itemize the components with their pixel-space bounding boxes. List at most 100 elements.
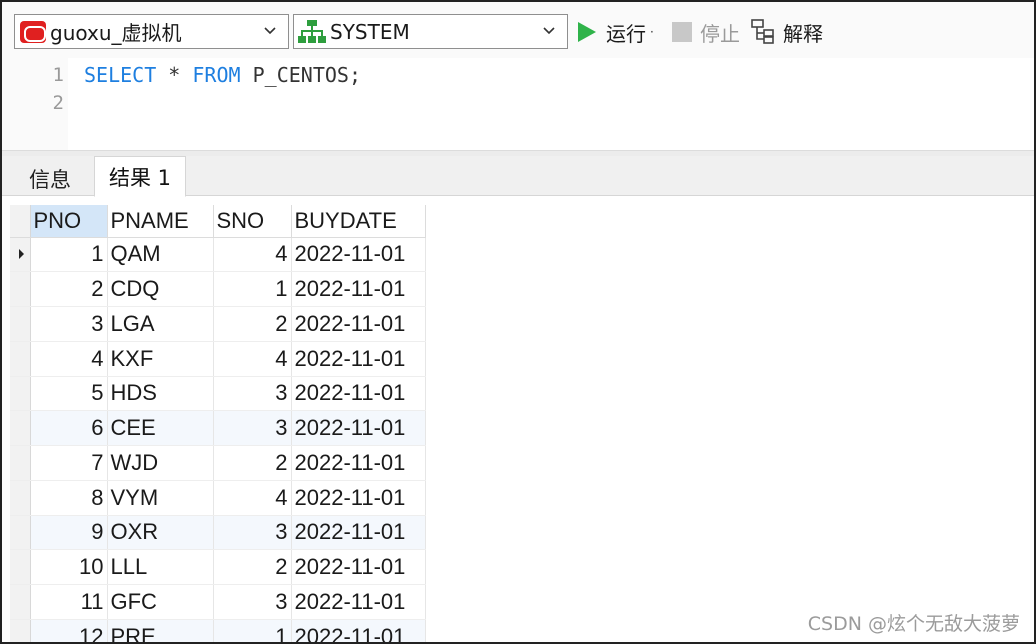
row-indicator[interactable] [10,584,31,620]
cell-sno[interactable]: 3 [213,376,292,412]
chevron-down-icon [543,27,555,35]
cell-pname[interactable]: LGA [107,306,214,342]
cell-buydate[interactable]: 2022-11-01 [291,445,426,481]
row-indicator[interactable] [10,619,31,642]
oracle-connection-icon [20,20,46,43]
table-row[interactable]: 3 LGA 2 2022-11-01 [10,306,426,342]
row-indicator[interactable] [10,515,31,551]
cell-pno[interactable]: 10 [30,549,108,585]
watermark: CSDN @炫个无敌大菠萝 [807,613,1020,635]
cell-buydate[interactable]: 2022-11-01 [291,619,426,642]
cell-sno[interactable]: 1 [213,619,292,642]
stop-button[interactable]: 停止 [672,16,740,48]
cell-buydate[interactable]: 2022-11-01 [291,306,426,342]
column-header-pno[interactable]: PNO [30,205,108,238]
table-row[interactable]: 11 GFC 3 2022-11-01 [10,584,426,620]
cell-buydate[interactable]: 2022-11-01 [291,237,426,273]
cell-pname[interactable]: KXF [107,341,214,377]
cell-buydate[interactable]: 2022-11-01 [291,480,426,516]
column-header-pname[interactable]: PNAME [107,205,214,238]
cell-pno[interactable]: 3 [30,306,108,342]
cell-pname[interactable]: CEE [107,410,214,446]
cell-sno[interactable]: 3 [213,410,292,446]
sql-keyword: SELECT [84,63,157,87]
cell-sno[interactable]: 3 [213,584,292,620]
sql-star: * [168,63,181,87]
cell-pno[interactable]: 9 [30,515,108,551]
cell-pname[interactable]: PRE [107,619,214,642]
cell-sno[interactable]: 3 [213,515,292,551]
grid-header-row: PNO PNAME SNO BUYDATE [10,205,426,238]
cell-buydate[interactable]: 2022-11-01 [291,341,426,377]
run-dropdown-caret[interactable]: · [650,25,654,39]
line-number-gutter: 1 2 [2,58,68,150]
cell-pno[interactable]: 8 [30,480,108,516]
cell-pname[interactable]: QAM [107,237,214,273]
row-indicator[interactable] [10,306,31,342]
cell-pno[interactable]: 5 [30,376,108,412]
cell-pname[interactable]: GFC [107,584,214,620]
cell-sno[interactable]: 1 [213,271,292,307]
cell-sno[interactable]: 4 [213,341,292,377]
cell-sno[interactable]: 2 [213,549,292,585]
row-indicator[interactable] [10,341,31,377]
cell-pno[interactable]: 4 [30,341,108,377]
row-indicator[interactable] [10,237,31,273]
table-row[interactable]: 7 WJD 2 2022-11-01 [10,445,426,481]
table-row[interactable]: 9 OXR 3 2022-11-01 [10,515,426,551]
cell-pname[interactable]: HDS [107,376,214,412]
table-row[interactable]: 10 LLL 2 2022-11-01 [10,549,426,585]
cell-pno[interactable]: 7 [30,445,108,481]
row-indicator[interactable] [10,480,31,516]
run-button[interactable]: 运行 · [578,16,654,48]
cell-buydate[interactable]: 2022-11-01 [291,515,426,551]
cell-sno[interactable]: 4 [213,237,292,273]
play-icon [578,22,596,42]
current-row-pointer-icon [19,249,24,260]
cell-buydate[interactable]: 2022-11-01 [291,410,426,446]
column-header-buydate[interactable]: BUYDATE [291,205,426,238]
cell-buydate[interactable]: 2022-11-01 [291,376,426,412]
cell-pno[interactable]: 2 [30,271,108,307]
cell-pno[interactable]: 11 [30,584,108,620]
row-indicator[interactable] [10,410,31,446]
cell-sno[interactable]: 2 [213,306,292,342]
result-grid[interactable]: PNO PNAME SNO BUYDATE 1 QAM 4 2022-11-01 2 CD… [10,205,426,642]
table-row[interactable]: 2 CDQ 1 2022-11-01 [10,271,426,307]
table-row[interactable]: 6 CEE 3 2022-11-01 [10,410,426,446]
tab-info[interactable]: 信息 [10,156,90,196]
code-line-1[interactable]: SELECT * FROM P_CENTOS; [84,63,361,87]
cell-buydate[interactable]: 2022-11-01 [291,584,426,620]
sql-editor[interactable]: 1 2 SELECT * FROM P_CENTOS; [2,58,1034,150]
cell-pname[interactable]: LLL [107,549,214,585]
table-row[interactable]: 8 VYM 4 2022-11-01 [10,480,426,516]
explain-button[interactable]: 解释 [751,16,823,48]
row-indicator[interactable] [10,445,31,481]
tab-result-1[interactable]: 结果 1 [94,156,186,197]
cell-buydate[interactable]: 2022-11-01 [291,549,426,585]
row-indicator[interactable] [10,376,31,412]
cell-pname[interactable]: OXR [107,515,214,551]
row-indicator[interactable] [10,271,31,307]
schema-select[interactable]: SYSTEM [293,14,568,49]
cell-pname[interactable]: WJD [107,445,214,481]
table-row[interactable]: 12 PRE 1 2022-11-01 [10,619,426,642]
explain-plan-icon [751,19,774,44]
table-row[interactable]: 5 HDS 3 2022-11-01 [10,376,426,412]
cell-sno[interactable]: 2 [213,445,292,481]
row-indicator[interactable] [10,549,31,585]
cell-buydate[interactable]: 2022-11-01 [291,271,426,307]
cell-pname[interactable]: VYM [107,480,214,516]
cell-sno[interactable]: 4 [213,480,292,516]
table-row[interactable]: 4 KXF 4 2022-11-01 [10,341,426,377]
column-header-sno[interactable]: SNO [213,205,292,238]
cell-pno[interactable]: 1 [30,237,108,273]
schema-select-value: SYSTEM [330,19,410,44]
table-row[interactable]: 1 QAM 4 2022-11-01 [10,237,426,273]
connection-select[interactable]: guoxu_虚拟机 [14,14,289,49]
cell-pname[interactable]: CDQ [107,271,214,307]
sql-keyword: FROM [192,63,241,87]
cell-pno[interactable]: 6 [30,410,108,446]
cell-pno[interactable]: 12 [30,619,108,642]
connection-select-value: guoxu_虚拟机 [50,21,182,45]
